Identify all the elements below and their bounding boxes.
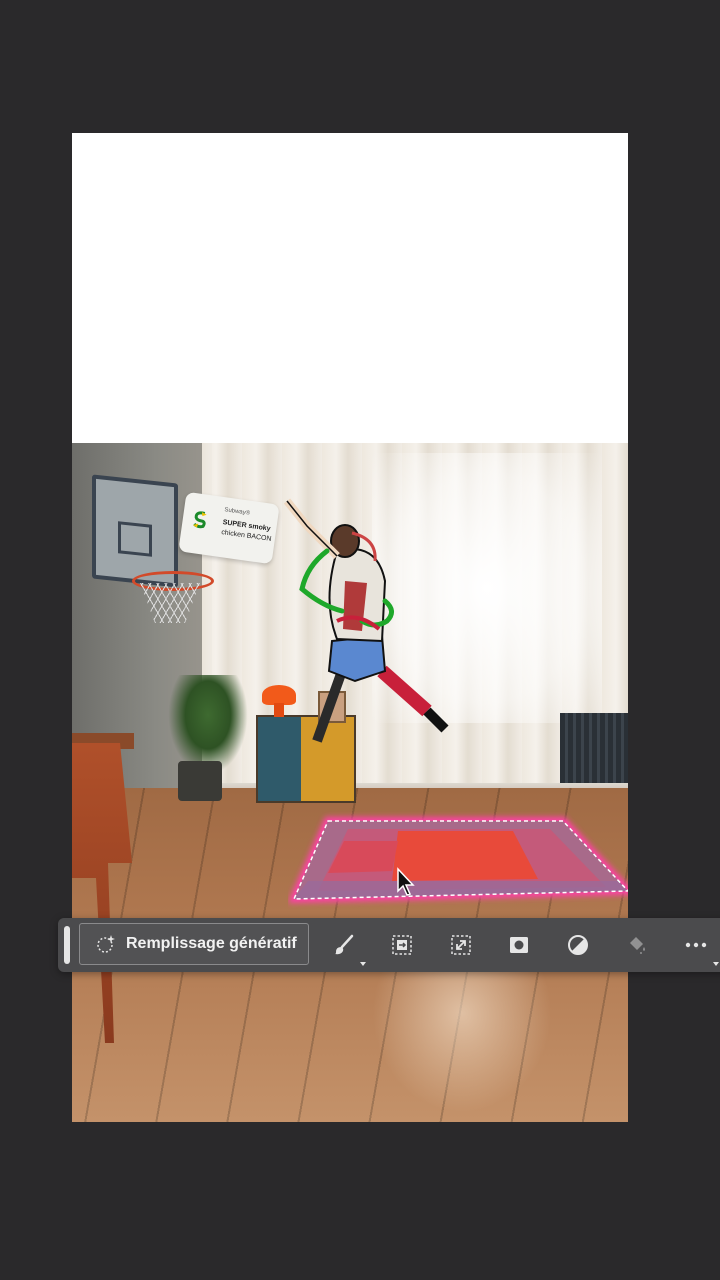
jumping-person-illustration	[283, 498, 449, 743]
document-canvas[interactable]: Subway® SUPER smoky chicken BACON	[72, 133, 628, 1122]
generative-sparkle-icon	[97, 935, 115, 953]
taskbar-drag-handle[interactable]	[64, 926, 70, 964]
fill-bucket-icon	[630, 937, 645, 954]
room-photo-layer[interactable]: Subway® SUPER smoky chicken BACON	[72, 443, 628, 1122]
sign-brand: Subway®	[224, 507, 251, 517]
radiator	[560, 713, 628, 783]
contextual-task-bar: Remplissage génératif	[58, 918, 720, 972]
brush-icon	[335, 934, 354, 955]
adjustment-icon	[568, 935, 588, 955]
transform-selection-icon	[451, 935, 471, 955]
subway-sign: Subway® SUPER smoky chicken BACON	[178, 491, 280, 565]
brush-menu-caret-icon[interactable]	[360, 962, 366, 966]
mask-button[interactable]	[505, 931, 533, 959]
transform-selection-button[interactable]	[447, 931, 475, 959]
more-options-button[interactable]	[682, 931, 710, 959]
subway-logo-icon	[193, 511, 207, 529]
rug-selection[interactable]	[288, 811, 628, 911]
generative-fill-label: Remplissage génératif	[126, 935, 297, 952]
plant	[168, 675, 248, 775]
adjustment-button[interactable]	[564, 931, 592, 959]
plant-pot	[178, 761, 222, 801]
invert-selection-button[interactable]	[388, 931, 416, 959]
generative-fill-button[interactable]: Remplissage génératif	[79, 923, 309, 965]
mask-icon	[510, 937, 528, 953]
invert-selection-icon	[392, 935, 412, 955]
brush-tool-button[interactable]	[330, 931, 358, 959]
more-menu-caret-icon[interactable]	[713, 962, 719, 966]
fill-bucket-button[interactable]	[623, 931, 651, 959]
more-icon	[685, 942, 707, 948]
